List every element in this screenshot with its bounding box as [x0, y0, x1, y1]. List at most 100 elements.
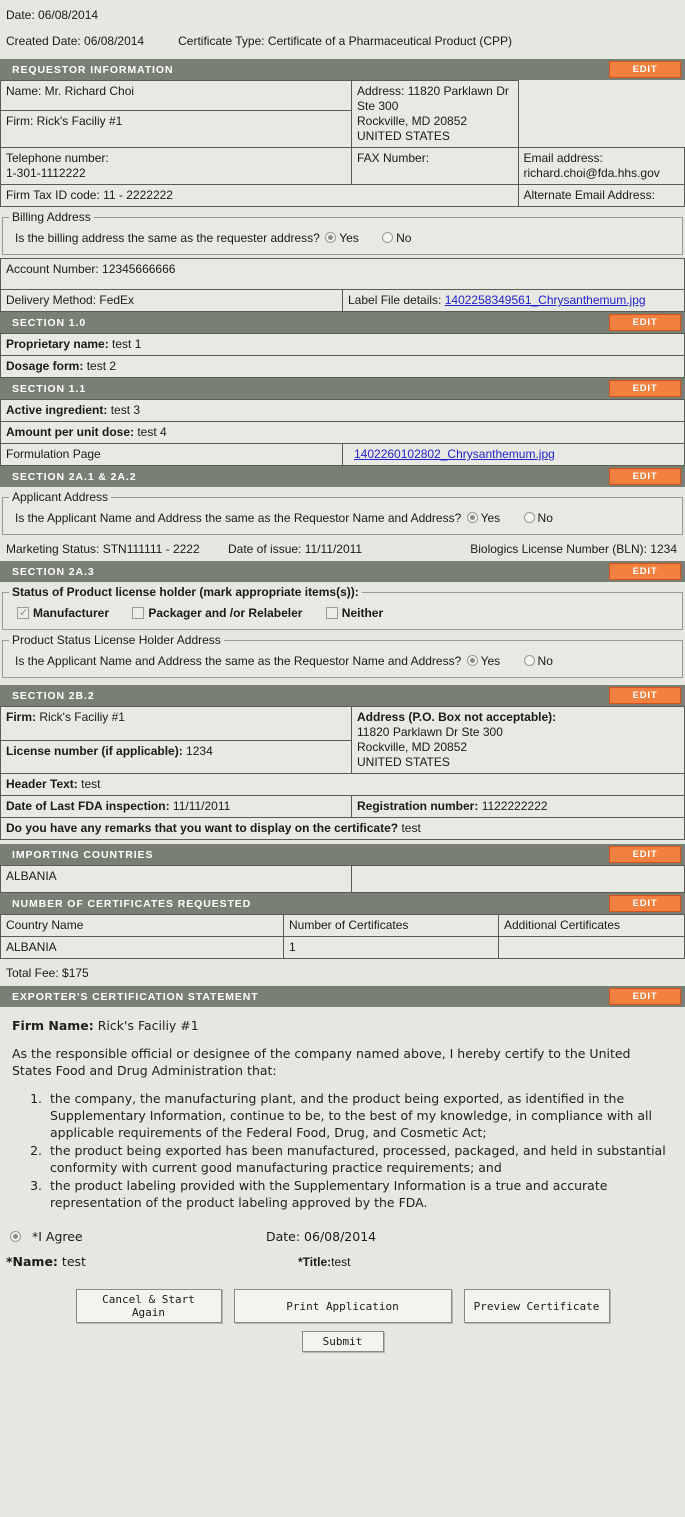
label-file-label: Label File details: — [348, 293, 442, 307]
checkbox-manufacturer-label: Manufacturer — [33, 606, 110, 620]
applicant-no-radio[interactable] — [523, 512, 535, 523]
agree-row: *I Agree Date: 06/08/2014 — [0, 1223, 685, 1246]
registration-number-label: Registration number: — [357, 799, 479, 813]
product-license-status-legend: Status of Product license holder (mark a… — [12, 585, 359, 599]
edit-button-certification-statement[interactable]: EDIT — [609, 988, 681, 1005]
certificate-type-label: Certificate Type: Certificate of a Pharm… — [178, 34, 513, 48]
address-cell: Address (P.O. Box not acceptable): 11820… — [351, 706, 685, 774]
label-file-link[interactable]: 1402258349561_Chrysanthemum.jpg — [445, 293, 646, 307]
alternate-email-cell: Alternate Email Address: — [517, 184, 685, 207]
formulation-page-link-cell: 1402260102802_Chrysanthemum.jpg — [342, 443, 685, 466]
license-holder-question: Is the Applicant Name and Address the sa… — [15, 654, 462, 668]
certification-firm-name-label: Firm Name: — [12, 1018, 94, 1033]
dosage-form-cell: Dosage form: test 2 — [0, 355, 685, 378]
section-header-importing-countries: IMPORTING COUNTRIES EDIT — [0, 844, 685, 865]
product-license-status-checkbox-row: Manufacturer Packager and /or Relabeler … — [9, 601, 676, 623]
table-row: Active ingredient: test 3 — [0, 399, 685, 422]
section-header-2a3: SECTION 2A.3 EDIT — [0, 561, 685, 582]
license-holder-yes-radio[interactable] — [466, 655, 478, 666]
license-number-cell: License number (if applicable): 1234 — [0, 739, 352, 774]
address-line-1: 11820 Parklawn Dr Ste 300 — [357, 725, 503, 739]
billing-yes-radio[interactable] — [325, 232, 337, 243]
applicant-yes-radio[interactable] — [466, 512, 478, 523]
firm-value: Rick's Faciliy #1 — [39, 710, 125, 724]
section-title: REQUESTOR INFORMATION — [12, 63, 174, 76]
billing-no-radio[interactable] — [382, 232, 394, 243]
applicant-no-label: No — [537, 511, 553, 525]
table-row: Firm Tax ID code: 11 - 2222222 Alternate… — [0, 184, 685, 207]
telephone-label: Telephone number: — [6, 151, 109, 165]
certification-firm-name-value: Rick's Faciliy #1 — [97, 1018, 199, 1033]
formulation-page-link[interactable]: 1402260102802_Chrysanthemum.jpg — [348, 447, 555, 461]
address-title: Address (P.O. Box not acceptable): — [357, 710, 557, 724]
billing-address-group: Billing Address Is the billing address t… — [2, 210, 683, 255]
certification-intro: As the responsible official or designee … — [12, 1046, 631, 1078]
delivery-method-cell: Delivery Method: FedEx — [0, 289, 343, 312]
preview-certificate-button[interactable]: Preview Certificate — [463, 1289, 610, 1323]
certification-body: Firm Name: Rick's Faciliy #1 As the resp… — [0, 1007, 685, 1223]
license-holder-address-group: Product Status License Holder Address Is… — [2, 633, 683, 678]
action-button-bar: Cancel & Start Again Print Application P… — [0, 1271, 685, 1323]
firm-tax-id-cell: Firm Tax ID code: 11 - 2222222 — [0, 184, 519, 207]
amount-per-unit-cell: Amount per unit dose: test 4 — [0, 421, 685, 444]
dosage-form-value: test 2 — [86, 359, 117, 373]
section-title: SECTION 2A.3 — [12, 565, 95, 578]
edit-button-section-1-0[interactable]: EDIT — [609, 314, 681, 331]
table-row: Dosage form: test 2 — [0, 355, 685, 378]
agree-label: *I Agree — [31, 1229, 83, 1244]
certification-firm-name-row: Firm Name: Rick's Faciliy #1 — [12, 1017, 673, 1034]
table-row: Formulation Page 1402260102802_Chrysanth… — [0, 443, 685, 466]
edit-button-section-2a3[interactable]: EDIT — [609, 563, 681, 580]
license-number-label: License number (if applicable): — [6, 743, 183, 758]
header-text-cell: Header Text: test — [0, 773, 685, 796]
section-2b2-table: Firm: Rick's Faciliy #1 Address (P.O. Bo… — [0, 706, 685, 840]
section-1-1-table: Active ingredient: test 3 Amount per uni… — [0, 399, 685, 466]
remarks-value: test — [401, 821, 421, 835]
amount-per-unit-label: Amount per unit dose: — [6, 425, 134, 439]
firm-label: Firm: — [6, 710, 36, 724]
edit-button-section-2a1-2a2[interactable]: EDIT — [609, 468, 681, 485]
table-row: Telephone number: 1-301-1112222 FAX Numb… — [0, 147, 685, 185]
registration-number-cell: Registration number: 1122222222 — [351, 795, 685, 818]
name-title-row: *Name: test *Title:test — [0, 1246, 685, 1271]
table-row: Account Number: 12345666666 — [0, 258, 685, 290]
section-header-1-1: SECTION 1.1 EDIT — [0, 378, 685, 399]
edit-button-certificates-requested[interactable]: EDIT — [609, 895, 681, 912]
table-row: ALBANIA — [0, 865, 685, 893]
checkbox-neither-label: Neither — [341, 606, 384, 620]
print-application-button[interactable]: Print Application — [233, 1289, 452, 1323]
requestor-name-cell: Name: Mr. Richard Choi — [0, 80, 352, 111]
certification-items: the company, the manufacturing plant, an… — [12, 1090, 673, 1211]
applicant-address-question-row: Is the Applicant Name and Address the sa… — [9, 506, 676, 528]
applicant-yes-label: Yes — [480, 511, 501, 525]
address-line-2: Rockville, MD 20852 — [357, 740, 468, 754]
submit-button[interactable]: Submit — [301, 1331, 384, 1352]
list-item: the product labeling provided with the S… — [46, 1177, 673, 1211]
title-value: test — [331, 1255, 351, 1269]
cell-additional-certificates — [498, 936, 685, 959]
agree-radio[interactable] — [10, 1231, 21, 1242]
checkbox-neither[interactable] — [325, 607, 338, 619]
list-item: the company, the manufacturing plant, an… — [46, 1090, 673, 1141]
header-text-value: test — [81, 777, 101, 791]
cancel-and-start-again-button[interactable]: Cancel & Start Again — [75, 1289, 222, 1323]
table-header-row: Country Name Number of Certificates Addi… — [0, 914, 685, 937]
edit-button-section-2b2[interactable]: EDIT — [609, 687, 681, 704]
checkbox-manufacturer[interactable] — [17, 605, 29, 621]
table-row: Amount per unit dose: test 4 — [0, 421, 685, 444]
section-title: SECTION 1.1 — [12, 382, 87, 395]
edit-button-section-1-1[interactable]: EDIT — [609, 380, 681, 397]
section-title: NUMBER OF CERTIFICATES REQUESTED — [12, 897, 252, 910]
edit-button-importing-countries[interactable]: EDIT — [609, 846, 681, 863]
biologics-license-number: Biologics License Number (BLN): 1234 — [470, 542, 677, 556]
checkbox-packager-relabeler-label: Packager and /or Relabeler — [148, 606, 303, 620]
table-row: Name: Mr. Richard Choi Address: 11820 Pa… — [0, 80, 685, 148]
cell-country-name: ALBANIA — [0, 936, 284, 959]
section-title: IMPORTING COUNTRIES — [12, 848, 154, 861]
checkbox-packager-relabeler[interactable] — [132, 607, 145, 619]
edit-button-requestor-information[interactable]: EDIT — [609, 61, 681, 78]
remarks-label: Do you have any remarks that you want to… — [6, 821, 399, 835]
account-number-cell: Account Number: 12345666666 — [0, 258, 685, 290]
table-row: Proprietary name: test 1 — [0, 333, 685, 356]
license-holder-no-radio[interactable] — [523, 655, 535, 666]
